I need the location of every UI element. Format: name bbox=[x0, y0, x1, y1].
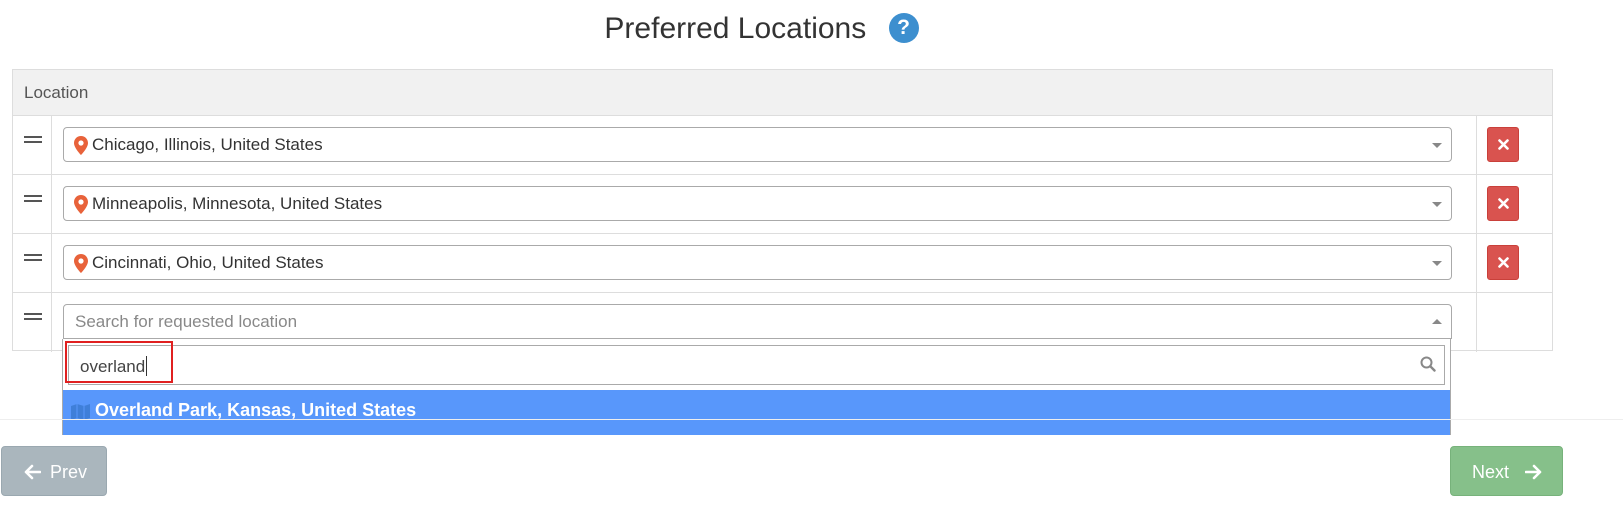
location-row: Chicago, Illinois, United States bbox=[13, 116, 1552, 175]
cell-divider bbox=[51, 116, 52, 174]
remove-location-button[interactable] bbox=[1487, 127, 1519, 162]
map-icon bbox=[71, 404, 90, 420]
close-icon bbox=[1498, 257, 1509, 268]
new-location-select[interactable]: Search for requested location bbox=[63, 304, 1452, 339]
location-dropdown: overland Overland Park, Kansas, United S… bbox=[62, 339, 1451, 435]
drag-handle-icon[interactable] bbox=[24, 313, 42, 322]
close-icon bbox=[1498, 139, 1509, 150]
prev-button[interactable]: Prev bbox=[1, 446, 107, 496]
cell-divider bbox=[1476, 175, 1477, 233]
arrow-left-icon bbox=[24, 464, 41, 480]
map-pin-icon bbox=[74, 136, 88, 155]
search-annotation-box bbox=[65, 341, 173, 383]
drag-handle-icon[interactable] bbox=[24, 195, 42, 204]
chevron-down-icon[interactable] bbox=[1432, 143, 1442, 148]
search-icon bbox=[1420, 356, 1436, 372]
prev-button-label: Prev bbox=[50, 462, 88, 482]
cell-divider bbox=[51, 293, 52, 352]
remove-location-button[interactable] bbox=[1487, 245, 1519, 280]
map-pin-icon bbox=[74, 195, 88, 214]
location-row: Cincinnati, Ohio, United States bbox=[13, 234, 1552, 293]
next-button-label: Next bbox=[1472, 462, 1510, 482]
location-placeholder: Search for requested location bbox=[75, 312, 298, 331]
locations-table: Location Chicago, Illinois, United State… bbox=[12, 69, 1553, 352]
map-pin-icon bbox=[74, 254, 88, 273]
page-title: Preferred Locations ? bbox=[0, 10, 1523, 48]
cell-divider bbox=[51, 234, 52, 292]
location-value: Chicago, Illinois, United States bbox=[92, 135, 323, 154]
cell-divider bbox=[51, 175, 52, 233]
table-header: Location bbox=[13, 70, 1552, 116]
arrow-right-icon bbox=[1525, 464, 1542, 480]
location-select[interactable]: Minneapolis, Minnesota, United States bbox=[63, 186, 1452, 221]
next-button[interactable]: Next bbox=[1450, 446, 1563, 496]
chevron-down-icon[interactable] bbox=[1432, 202, 1442, 207]
page-title-text: Preferred Locations bbox=[604, 12, 867, 45]
close-icon bbox=[1498, 198, 1509, 209]
chevron-down-icon[interactable] bbox=[1432, 261, 1442, 266]
help-icon[interactable]: ? bbox=[888, 13, 919, 43]
dropdown-result-item[interactable]: Overland Park, Kansas, United States bbox=[63, 390, 1450, 435]
location-select[interactable]: Chicago, Illinois, United States bbox=[63, 127, 1452, 162]
cell-divider bbox=[1476, 234, 1477, 292]
footer-divider bbox=[0, 419, 1623, 420]
cell-divider bbox=[1476, 293, 1477, 352]
chevron-up-icon[interactable] bbox=[1432, 319, 1442, 324]
dropdown-search-input[interactable]: overland bbox=[68, 345, 1445, 385]
drag-handle-icon[interactable] bbox=[24, 136, 42, 145]
remove-location-button[interactable] bbox=[1487, 186, 1519, 221]
cell-divider bbox=[1476, 116, 1477, 174]
dropdown-result-label: Overland Park, Kansas, United States bbox=[95, 400, 417, 420]
location-value: Cincinnati, Ohio, United States bbox=[92, 253, 324, 272]
location-select[interactable]: Cincinnati, Ohio, United States bbox=[63, 245, 1452, 280]
location-value: Minneapolis, Minnesota, United States bbox=[92, 194, 383, 213]
drag-handle-icon[interactable] bbox=[24, 254, 42, 263]
column-header-location: Location bbox=[24, 83, 89, 102]
location-row: Minneapolis, Minnesota, United States bbox=[13, 175, 1552, 234]
